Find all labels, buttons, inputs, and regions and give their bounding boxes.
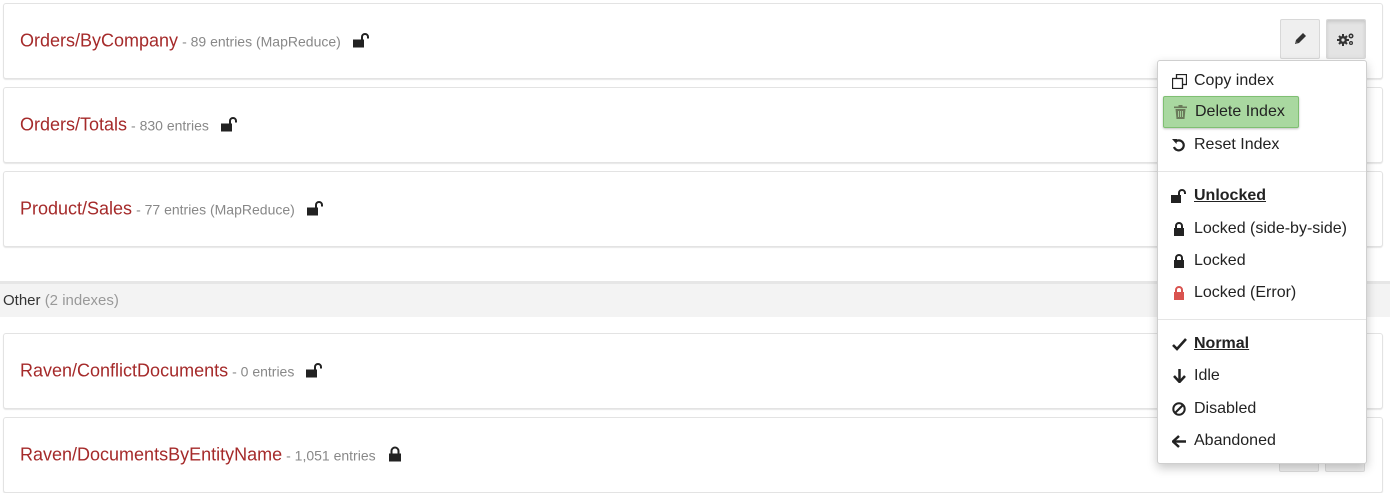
menu-item-reset-index[interactable]: Reset Index [1163,130,1361,160]
menu-item-idle[interactable]: Idle [1163,361,1361,391]
index-name-link[interactable]: Product/Sales [20,199,132,220]
menu-item-label: Idle [1194,367,1220,384]
index-settings-button[interactable] [1326,19,1366,59]
menu-item-locked-side-by-side[interactable]: Locked (side-by-side) [1163,214,1361,244]
menu-divider [1158,171,1366,172]
arrow-left-icon [1171,433,1187,449]
cogs-icon [1337,33,1354,46]
menu-item-unlocked[interactable]: Unlocked [1163,181,1361,211]
menu-item-label: Copy index [1194,72,1275,89]
menu-divider [1158,319,1366,320]
index-name-link[interactable]: Orders/ByCompany [20,31,178,52]
unlock-icon[interactable] [352,33,370,54]
menu-item-label: Delete Index [1195,103,1285,120]
pencil-icon [1295,33,1306,44]
index-entries-meta: - 77 entries (MapReduce) [136,201,295,218]
reset-icon [1171,137,1187,153]
edit-index-button[interactable] [1280,19,1320,59]
menu-item-label: Locked (Error) [1194,284,1297,301]
index-entries-meta: - 830 entries [131,117,209,134]
arrow-down-icon [1171,368,1187,384]
menu-item-label: Abandoned [1194,432,1276,449]
index-name-link[interactable]: Raven/DocumentsByEntityName [20,445,282,466]
menu-item-locked[interactable]: Locked [1163,246,1361,276]
check-icon [1171,336,1187,352]
section-count: (2 indexes) [44,292,119,309]
lock-error-icon [1171,285,1187,301]
menu-item-copy-index[interactable]: Copy index [1163,66,1361,96]
index-entries-meta: - 0 entries [232,363,295,380]
menu-item-normal[interactable]: Normal [1163,329,1361,359]
menu-item-label: Reset Index [1194,136,1280,153]
index-name-link[interactable]: Orders/Totals [20,115,127,136]
unlock-icon [1171,188,1187,204]
menu-item-disabled[interactable]: Disabled [1163,394,1361,424]
menu-item-label: Normal [1194,335,1250,352]
menu-item-label: Locked (side-by-side) [1194,220,1347,237]
unlock-icon[interactable] [306,363,323,384]
menu-item-abandoned[interactable]: Abandoned [1163,426,1361,456]
index-name-link[interactable]: Raven/ConflictDocuments [20,361,228,382]
index-entries-meta: - 1,051 entries [286,447,376,464]
lock-icon [1171,221,1187,237]
menu-item-label: Disabled [1194,400,1257,417]
trash-icon [1172,104,1188,120]
menu-item-locked-error[interactable]: Locked (Error) [1163,278,1361,308]
index-entries-meta: - 89 entries (MapReduce) [182,33,341,50]
lock-icon[interactable] [388,446,402,468]
menu-item-delete-index[interactable]: Delete Index [1163,96,1299,128]
menu-item-label: Unlocked [1194,187,1267,204]
menu-item-label: Locked [1194,252,1246,269]
lock-icon [1171,253,1187,269]
index-options-menu: Copy index Delete Index Reset Index Unlo… [1157,60,1367,464]
copy-icon [1171,73,1187,89]
section-label: Other [3,292,41,309]
unlock-icon[interactable] [306,201,324,222]
unlock-icon[interactable] [220,117,238,138]
ban-icon [1171,401,1187,417]
